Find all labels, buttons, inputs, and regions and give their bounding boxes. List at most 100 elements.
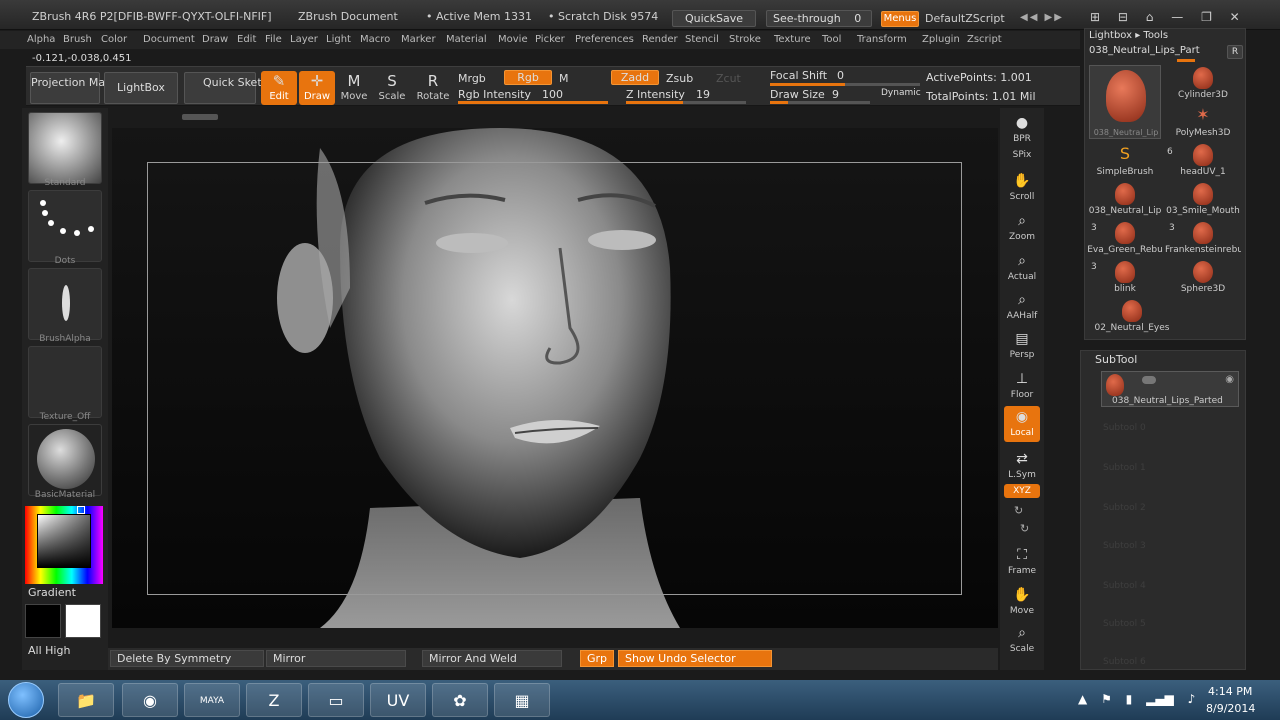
rotate-icon[interactable]: ↻: [1014, 504, 1023, 517]
menu-stencil[interactable]: Stencil: [685, 34, 719, 45]
tray-arrow-icon[interactable]: ▲: [1078, 692, 1087, 706]
chrome-icon[interactable]: ◉: [122, 683, 178, 717]
explorer-icon[interactable]: 📁: [58, 683, 114, 717]
maximize-icon[interactable]: ❐: [1201, 10, 1212, 24]
rotate-button[interactable]: R Rotate: [415, 71, 451, 105]
lsym-button[interactable]: ⇄ L.Sym: [1004, 448, 1040, 484]
network-icon[interactable]: ▂▄▆: [1146, 692, 1174, 706]
canvas-scroll-handle[interactable]: [182, 114, 218, 120]
minimize-icon[interactable]: —: [1171, 10, 1183, 24]
power-icon[interactable]: ▮: [1126, 692, 1133, 706]
menu-marker[interactable]: Marker: [401, 34, 436, 45]
arrows-icon[interactable]: ◀◀ ▶▶: [1020, 12, 1076, 26]
tool-polymesh3d[interactable]: ✶ PolyMesh3D: [1165, 105, 1241, 138]
tool-slider-marker[interactable]: [1177, 59, 1195, 62]
lightbox-button[interactable]: LightBox: [104, 72, 178, 104]
tool-cylinder3d[interactable]: Cylinder3D: [1165, 67, 1241, 100]
tool-simplebrush[interactable]: S SimpleBrush: [1087, 144, 1163, 177]
r-button[interactable]: R: [1227, 45, 1243, 59]
m-button[interactable]: M: [559, 72, 569, 85]
tool-eva-green[interactable]: Eva_Green_Rebu: [1087, 222, 1163, 255]
menu-file[interactable]: File: [265, 34, 282, 45]
dynamic-toggle[interactable]: Dynamic: [881, 88, 921, 98]
delete-by-symmetry-button[interactable]: Delete By Symmetry: [110, 650, 264, 667]
window-icon[interactable]: ▭: [308, 683, 364, 717]
stroke-thumbnail[interactable]: [28, 190, 102, 262]
scale-view-button[interactable]: ⌕ Scale: [1004, 622, 1040, 658]
xyz-button[interactable]: XYZ: [1004, 484, 1040, 498]
local-button[interactable]: ◉ Local: [1004, 406, 1040, 442]
floor-button[interactable]: ⊥ Floor: [1004, 368, 1040, 404]
lock-icon[interactable]: ⌂: [1146, 10, 1154, 24]
menu-draw[interactable]: Draw: [202, 34, 228, 45]
close-icon[interactable]: ✕: [1230, 10, 1240, 24]
subtool-item-active[interactable]: ◉ 038_Neutral_Lips_Parted: [1101, 371, 1239, 407]
z-intensity-slider[interactable]: [626, 101, 746, 104]
main-color-swatch[interactable]: [65, 604, 101, 638]
mrgb-button[interactable]: Mrgb: [458, 72, 486, 85]
projection-master-button[interactable]: Projection Master: [30, 72, 126, 104]
menu-zscript[interactable]: Zscript: [967, 34, 1002, 45]
layout-icon-2[interactable]: ⊟: [1118, 10, 1128, 24]
rotate-icon-2[interactable]: ↻: [1020, 522, 1029, 535]
menu-edit[interactable]: Edit: [237, 34, 256, 45]
maya-icon[interactable]: MAYA: [184, 683, 240, 717]
texture-thumbnail[interactable]: [28, 346, 102, 418]
grp-button[interactable]: Grp: [580, 650, 614, 667]
menu-material[interactable]: Material: [446, 34, 487, 45]
flag-icon[interactable]: ⚑: [1101, 692, 1112, 706]
actual-button[interactable]: ⌕ Actual: [1004, 250, 1040, 286]
toggle-icon[interactable]: [1142, 376, 1156, 384]
menu-macro[interactable]: Macro: [360, 34, 390, 45]
menu-tool[interactable]: Tool: [822, 34, 841, 45]
quicksave-button[interactable]: QuickSave: [672, 10, 756, 27]
brush-thumbnail[interactable]: [28, 112, 102, 184]
menu-brush[interactable]: Brush: [63, 34, 92, 45]
menu-layer[interactable]: Layer: [290, 34, 318, 45]
bpr-button[interactable]: ● BPR: [1004, 112, 1040, 148]
mirror-button[interactable]: Mirror: [266, 650, 406, 667]
tool-blink[interactable]: blink: [1087, 261, 1163, 294]
alpha-thumbnail[interactable]: [28, 268, 102, 340]
zoom-button[interactable]: ⌕ Zoom: [1004, 210, 1040, 246]
uv-icon[interactable]: UV: [370, 683, 426, 717]
tool-03-smile-mouth[interactable]: 03_Smile_Mouth: [1165, 183, 1241, 216]
clock-time[interactable]: 4:14 PM: [1208, 685, 1252, 698]
color-picker[interactable]: [25, 506, 103, 584]
clock-date[interactable]: 8/9/2014: [1206, 702, 1255, 715]
tool-headuv[interactable]: headUV_1: [1165, 144, 1241, 177]
spix-button[interactable]: SPix: [1004, 150, 1040, 164]
persp-button[interactable]: ▤ Persp: [1004, 328, 1040, 364]
start-orb-icon[interactable]: [8, 682, 44, 718]
gradient-label[interactable]: Gradient: [28, 586, 76, 599]
default-zscript[interactable]: DefaultZScript: [925, 12, 1005, 25]
hue-marker[interactable]: [77, 506, 85, 514]
mirror-and-weld-button[interactable]: Mirror And Weld: [422, 650, 562, 667]
tools-header[interactable]: Lightbox ▸ Tools: [1089, 30, 1168, 41]
rgb-intensity-slider[interactable]: [458, 101, 608, 104]
draw-size-slider[interactable]: [770, 101, 870, 104]
zadd-button[interactable]: Zadd: [611, 70, 659, 85]
tool-038-neutral-lip[interactable]: 038_Neutral_Lip: [1087, 183, 1163, 216]
rgb-button[interactable]: Rgb: [504, 70, 552, 85]
zbrush-icon[interactable]: Z: [246, 683, 302, 717]
tool-sphere3d[interactable]: Sphere3D: [1165, 261, 1241, 294]
see-through-slider[interactable]: See-through 0: [766, 10, 872, 27]
flower-icon[interactable]: ✿: [432, 683, 488, 717]
current-tool-name[interactable]: 038_Neutral_Lips_Part: [1089, 45, 1225, 56]
menu-color[interactable]: Color: [101, 34, 127, 45]
show-undo-selector-button[interactable]: Show Undo Selector: [618, 650, 772, 667]
menu-movie[interactable]: Movie: [498, 34, 528, 45]
subtool-header[interactable]: SubTool: [1095, 353, 1137, 366]
scale-button[interactable]: S Scale: [374, 71, 410, 105]
quick-sketch-button[interactable]: Quick Sketch: [184, 72, 275, 104]
eye-icon[interactable]: ◉: [1225, 374, 1234, 385]
system-tray[interactable]: ▲ ⚑ ▮ ▂▄▆ ♪: [1078, 692, 1195, 706]
edit-button[interactable]: ✎ Edit: [261, 71, 297, 105]
draw-button[interactable]: ✛ Draw: [299, 71, 335, 105]
menu-zplugin[interactable]: Zplugin: [922, 34, 960, 45]
menu-texture[interactable]: Texture: [774, 34, 811, 45]
menu-picker[interactable]: Picker: [535, 34, 565, 45]
window-controls[interactable]: ⊞ ⊟ ⌂ — ❐ ✕: [1090, 10, 1270, 28]
scroll-button[interactable]: ✋ Scroll: [1004, 170, 1040, 206]
